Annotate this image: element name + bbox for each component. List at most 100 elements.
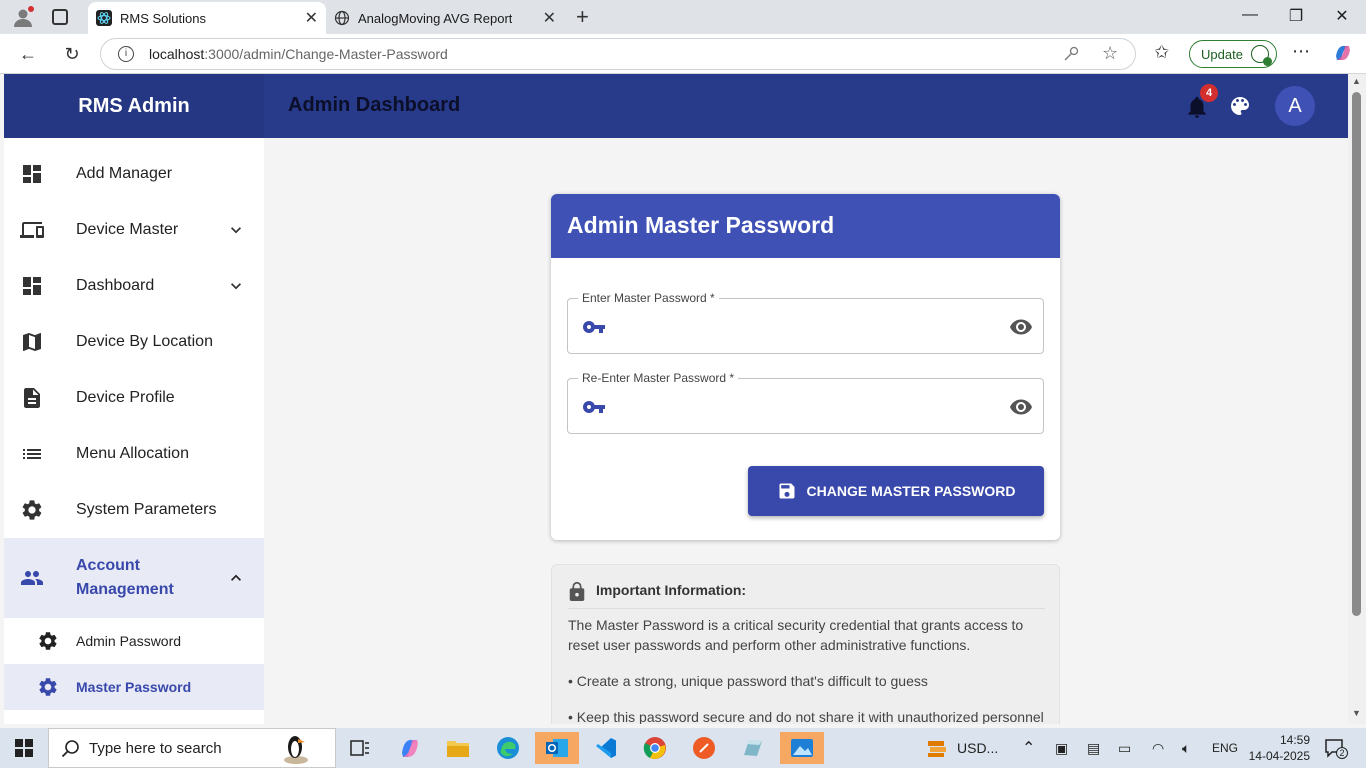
dashboard-icon xyxy=(23,277,41,295)
sidebar: Add Manager Device Master Dashboard Devi… xyxy=(4,138,264,724)
tray-expand-icon[interactable]: ⌃ xyxy=(1022,728,1035,768)
sidebar-subitem-master-password[interactable]: Master Password xyxy=(4,664,264,710)
address-bar-row: ← ↻ i localhost:3000/admin/Change-Master… xyxy=(0,34,1366,74)
profile-icon[interactable] xyxy=(12,6,34,28)
copilot-app-icon[interactable] xyxy=(388,732,432,764)
clock[interactable]: 14:59 14-04-2025 xyxy=(1248,732,1310,764)
sidebar-item-device-master[interactable]: Device Master xyxy=(4,202,264,258)
info-icon[interactable]: i xyxy=(118,46,134,62)
favorites-icon[interactable]: ✩ xyxy=(1154,42,1169,63)
button-label: CHANGE MASTER PASSWORD xyxy=(806,483,1016,499)
tab-actions-icon[interactable] xyxy=(52,9,68,25)
windows-taskbar: Type here to search USD... ⌃ ▣ ▤ ▭ ◠ 🔈︎ … xyxy=(0,728,1366,768)
close-tab-icon[interactable]: ✕ xyxy=(543,8,556,28)
copilot-icon[interactable] xyxy=(1332,42,1354,64)
visibility-icon[interactable] xyxy=(1009,395,1033,419)
page-scrollbar[interactable]: ▲ ▼ xyxy=(1348,74,1366,724)
url-path: :3000/admin/Change-Master-Password xyxy=(204,46,448,62)
info-title: Important Information: xyxy=(596,582,747,598)
dashboard-icon xyxy=(23,165,41,183)
notification-center-icon[interactable]: 2 xyxy=(1324,738,1348,759)
restore-icon[interactable]: ❐ xyxy=(1284,6,1308,26)
react-icon xyxy=(96,10,112,26)
battery-icon[interactable]: ▭ xyxy=(1118,728,1131,768)
outlook-icon[interactable] xyxy=(535,732,579,764)
chevron-down-icon xyxy=(231,283,241,290)
globe-icon xyxy=(334,10,350,26)
master-password-input[interactable] xyxy=(614,313,994,339)
info-header: Important Information: xyxy=(568,581,1045,609)
sidebar-item-device-profile[interactable]: Device Profile xyxy=(4,370,264,426)
reenter-master-password-field[interactable]: Re-Enter Master Password * xyxy=(567,371,1044,434)
vscode-icon[interactable] xyxy=(584,732,628,764)
tab-title: AnalogMoving AVG Report xyxy=(358,10,513,26)
studio-app-icon[interactable] xyxy=(731,732,775,764)
change-master-password-button[interactable]: CHANGE MASTER PASSWORD xyxy=(748,466,1044,516)
new-tab-icon[interactable]: + xyxy=(576,4,589,30)
visibility-icon[interactable] xyxy=(1009,315,1033,339)
wifi-icon[interactable]: ◠ xyxy=(1152,728,1164,768)
volume-icon[interactable]: 🔈︎ xyxy=(1182,728,1190,768)
key-icon[interactable] xyxy=(1063,46,1079,62)
vpn-key-icon xyxy=(582,321,605,333)
minimize-icon[interactable]: — xyxy=(1238,6,1262,24)
update-label: Update xyxy=(1201,46,1243,62)
master-password-field[interactable]: Enter Master Password * xyxy=(567,291,1044,354)
gear-icon xyxy=(39,632,57,650)
sidebar-item-dashboard[interactable]: Dashboard xyxy=(4,258,264,314)
scrollbar-thumb[interactable] xyxy=(1352,92,1361,616)
reenter-master-password-input[interactable] xyxy=(614,393,994,419)
sidebar-subitem-admin-password[interactable]: Admin Password xyxy=(4,618,264,664)
sidebar-item-label: Menu Allocation xyxy=(76,445,189,462)
taskbar-search[interactable]: Type here to search xyxy=(48,728,336,768)
palette-icon[interactable] xyxy=(1228,94,1252,118)
edge-icon[interactable] xyxy=(486,732,530,764)
scroll-down-icon[interactable]: ▼ xyxy=(1352,708,1361,718)
document-icon xyxy=(24,388,40,408)
address-bar[interactable]: i localhost:3000/admin/Change-Master-Pas… xyxy=(100,38,1136,70)
scroll-up-icon[interactable]: ▲ xyxy=(1352,76,1361,86)
notification-count: 2 xyxy=(1336,747,1348,759)
field-label: Enter Master Password * xyxy=(578,291,719,305)
clock-date: 14-04-2025 xyxy=(1248,749,1310,763)
currency-widget-text[interactable]: USD... xyxy=(957,728,998,768)
search-placeholder: Type here to search xyxy=(89,739,222,757)
tray-monitor-icon[interactable]: ▤ xyxy=(1087,728,1100,768)
sidebar-item-add-manager[interactable]: Add Manager xyxy=(4,146,264,202)
close-window-icon[interactable]: ✕ xyxy=(1330,6,1354,26)
refresh-icon[interactable]: ↻ xyxy=(60,42,84,66)
sidebar-item-label: Device By Location xyxy=(76,333,213,350)
tab-title: RMS Solutions xyxy=(120,10,206,26)
photos-icon[interactable] xyxy=(780,732,824,764)
tray-device-icon[interactable]: ▣ xyxy=(1055,728,1068,768)
avatar[interactable]: A xyxy=(1275,86,1315,126)
currency-widget-icon[interactable] xyxy=(926,738,948,758)
file-explorer-icon[interactable] xyxy=(436,732,480,764)
tab-analogmoving-report[interactable]: AnalogMoving AVG Report ✕ xyxy=(326,2,564,34)
map-icon xyxy=(23,333,41,351)
field-label: Re-Enter Master Password * xyxy=(578,371,739,385)
chrome-icon[interactable] xyxy=(633,732,677,764)
info-paragraph: The Master Password is a critical securi… xyxy=(568,617,1024,653)
sidebar-item-system-parameters[interactable]: System Parameters xyxy=(4,482,264,538)
card-title: Admin Master Password xyxy=(551,194,1060,258)
favorite-star-icon[interactable]: ☆ xyxy=(1102,43,1118,64)
update-button[interactable]: Update xyxy=(1189,40,1277,68)
task-view-icon[interactable] xyxy=(338,732,382,764)
sidebar-subitem-label: Admin Password xyxy=(76,633,182,649)
back-icon[interactable]: ← xyxy=(16,42,40,66)
app-window: RMS Admin Admin Dashboard 4 A Add Manage… xyxy=(4,74,1348,724)
postman-icon[interactable] xyxy=(682,732,726,764)
sidebar-item-device-by-location[interactable]: Device By Location xyxy=(4,314,264,370)
sidebar-item-label: Add Manager xyxy=(76,165,173,182)
search-icon xyxy=(61,740,79,758)
language-indicator[interactable]: ENG xyxy=(1212,728,1238,768)
lock-icon xyxy=(569,581,585,601)
chevron-down-icon xyxy=(231,227,241,234)
tab-rms-solutions[interactable]: RMS Solutions ✕ xyxy=(88,2,326,34)
sidebar-item-account-management[interactable]: Account Management xyxy=(4,538,264,618)
windows-start-icon[interactable] xyxy=(15,739,33,757)
more-options-icon[interactable]: ⋯ xyxy=(1292,41,1310,62)
sidebar-item-menu-allocation[interactable]: Menu Allocation xyxy=(4,426,264,482)
close-tab-icon[interactable]: ✕ xyxy=(305,8,318,28)
